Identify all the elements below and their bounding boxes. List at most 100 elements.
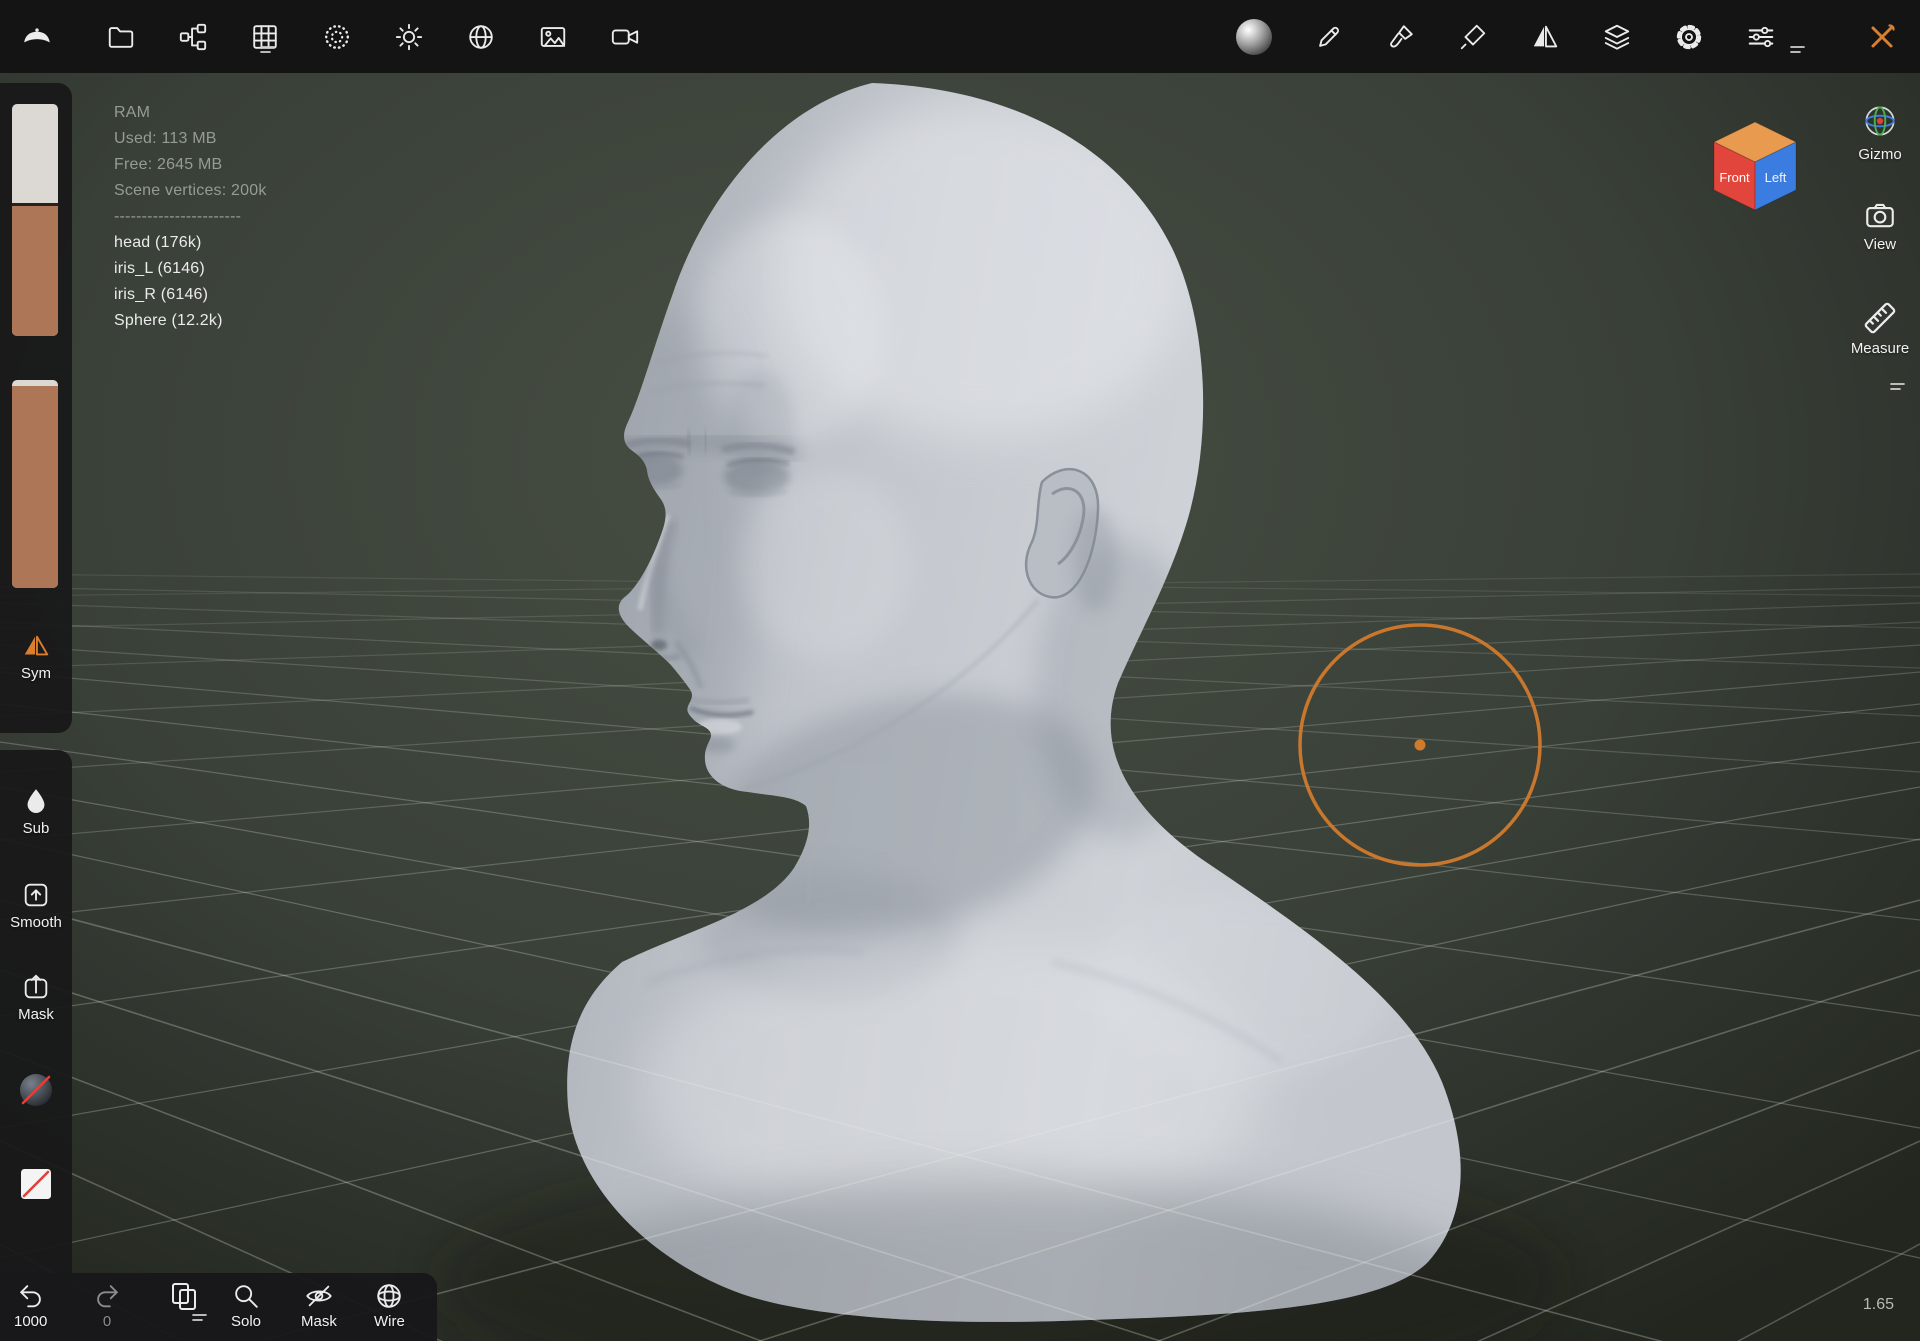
stats-divider: ----------------------- xyxy=(114,204,267,230)
ram-used: Used: 113 MB xyxy=(114,126,267,152)
lighting-button[interactable] xyxy=(394,22,424,52)
redo-icon xyxy=(92,1281,122,1311)
layers-button[interactable] xyxy=(1602,22,1632,52)
gizmo-label: Gizmo xyxy=(1858,146,1901,163)
sym-label: Sym xyxy=(21,665,51,682)
paint-tool-button[interactable] xyxy=(1386,22,1416,52)
orientation-cube[interactable]: Front Left xyxy=(1700,108,1810,218)
app-logo-button[interactable] xyxy=(20,20,54,54)
mask-box-arrow-icon xyxy=(21,972,51,1002)
stencil-off-button[interactable] xyxy=(0,1164,72,1204)
pencil-tool-button[interactable] xyxy=(1314,22,1344,52)
dotted-sphere-icon xyxy=(322,22,352,52)
topology-submenu-indicator[interactable] xyxy=(260,45,276,55)
ruler-icon xyxy=(1862,300,1898,336)
mask-label: Mask xyxy=(18,1006,54,1023)
voxel-remesh-button[interactable] xyxy=(322,22,352,52)
ram-free: Free: 2645 MB xyxy=(114,152,267,178)
top-toolbar xyxy=(0,0,1920,73)
gizmo-icon xyxy=(1859,100,1901,142)
scene-stats: RAM Used: 113 MB Free: 2645 MB Scene ver… xyxy=(114,100,267,334)
files-button[interactable] xyxy=(106,22,136,52)
symmetry-toggle-button[interactable]: Sym xyxy=(0,631,72,682)
solo-label: Solo xyxy=(231,1313,261,1330)
scene-vertices: Scene vertices: 200k xyxy=(114,178,267,204)
sun-icon xyxy=(394,22,424,52)
measure-submenu-indicator[interactable] xyxy=(1890,382,1906,392)
nomad-logo-icon xyxy=(20,20,54,54)
undo-button[interactable]: 1000 xyxy=(14,1281,47,1330)
mask-tool-button[interactable]: Mask xyxy=(0,972,72,1023)
sym-triangle-icon xyxy=(21,631,51,661)
layers-icon xyxy=(1602,22,1632,52)
falloff-sphere-icon xyxy=(16,1070,56,1110)
matcap-sphere-icon xyxy=(1236,19,1272,55)
background-image-button[interactable] xyxy=(538,22,568,52)
viewport-canvas[interactable] xyxy=(0,0,1920,1341)
environment-button[interactable] xyxy=(466,22,496,52)
measure-button[interactable]: Measure xyxy=(1838,300,1920,357)
image-icon xyxy=(538,22,568,52)
left-slider-panel: Sym xyxy=(0,83,72,733)
view-label: View xyxy=(1864,236,1896,253)
brush-radius-fill xyxy=(12,203,58,336)
brush-radius-slider[interactable] xyxy=(12,104,58,336)
brush-intensity-fill xyxy=(12,386,58,588)
ram-title: RAM xyxy=(114,100,267,126)
cube-front-label: Front xyxy=(1719,170,1750,185)
droplet-icon xyxy=(21,786,51,816)
wire-label: Wire xyxy=(374,1313,405,1330)
gear-icon xyxy=(1674,22,1704,52)
material-button[interactable] xyxy=(1236,19,1272,55)
smooth-label: Smooth xyxy=(10,914,62,931)
symmetry-button[interactable] xyxy=(1530,22,1560,52)
airbrush-icon xyxy=(1458,22,1488,52)
undo-icon xyxy=(16,1281,46,1311)
object-iris-r: iris_R (6146) xyxy=(114,282,267,308)
video-camera-icon xyxy=(610,22,640,52)
paintbrush-icon xyxy=(1386,22,1416,52)
tools-button[interactable] xyxy=(1866,21,1898,53)
scene-graph-button[interactable] xyxy=(178,22,208,52)
wrench-tools-icon xyxy=(1866,21,1898,53)
eye-off-icon xyxy=(304,1281,334,1311)
environment-sphere-icon xyxy=(466,22,496,52)
object-head: head (176k) xyxy=(114,230,267,256)
zoom-level: 1.65 xyxy=(1863,1296,1894,1314)
solo-button[interactable]: Solo xyxy=(231,1281,261,1330)
redo-count: 0 xyxy=(103,1313,111,1330)
undo-count: 1000 xyxy=(14,1313,47,1330)
nomad-sculpt-app: RAM Used: 113 MB Free: 2645 MB Scene ver… xyxy=(0,0,1920,1341)
settings-button[interactable] xyxy=(1674,22,1704,52)
brush-intensity-slider[interactable] xyxy=(12,380,58,588)
magnifier-icon xyxy=(231,1281,261,1311)
scene-list-submenu-indicator[interactable] xyxy=(192,1313,208,1323)
smooth-box-arrow-icon xyxy=(21,880,51,910)
scene-list-button[interactable] xyxy=(168,1281,200,1313)
mask-bottom-label: Mask xyxy=(301,1313,337,1330)
gizmo-button[interactable]: Gizmo xyxy=(1838,100,1920,163)
interface-settings-button[interactable] xyxy=(1746,22,1776,52)
view-button[interactable]: View xyxy=(1838,198,1920,253)
mask-visibility-button[interactable]: Mask xyxy=(301,1281,337,1330)
cube-left-label: Left xyxy=(1765,170,1787,185)
smooth-tool-button[interactable]: Smooth xyxy=(0,880,72,931)
photo-camera-icon xyxy=(1863,198,1897,232)
redo-button[interactable]: 0 xyxy=(92,1281,122,1330)
sub-label: Sub xyxy=(23,820,50,837)
camera-button[interactable] xyxy=(610,22,640,52)
wireframe-button[interactable]: Wire xyxy=(374,1281,405,1330)
measure-label: Measure xyxy=(1851,340,1909,357)
interface-submenu-indicator[interactable] xyxy=(1790,45,1806,55)
pencil-icon xyxy=(1314,22,1344,52)
stencil-off-icon xyxy=(16,1164,56,1204)
falloff-button[interactable] xyxy=(0,1070,72,1110)
wire-sphere-icon xyxy=(374,1281,404,1311)
toolbar-left-group xyxy=(20,20,640,54)
object-iris-l: iris_L (6146) xyxy=(114,256,267,282)
airbrush-tool-button[interactable] xyxy=(1458,22,1488,52)
sub-tool-button[interactable]: Sub xyxy=(0,786,72,837)
bottom-toolbar: 1000 0 Solo xyxy=(0,1273,437,1341)
folder-icon xyxy=(106,22,136,52)
left-tool-panel: Sub Smooth Mask xyxy=(0,750,72,1292)
